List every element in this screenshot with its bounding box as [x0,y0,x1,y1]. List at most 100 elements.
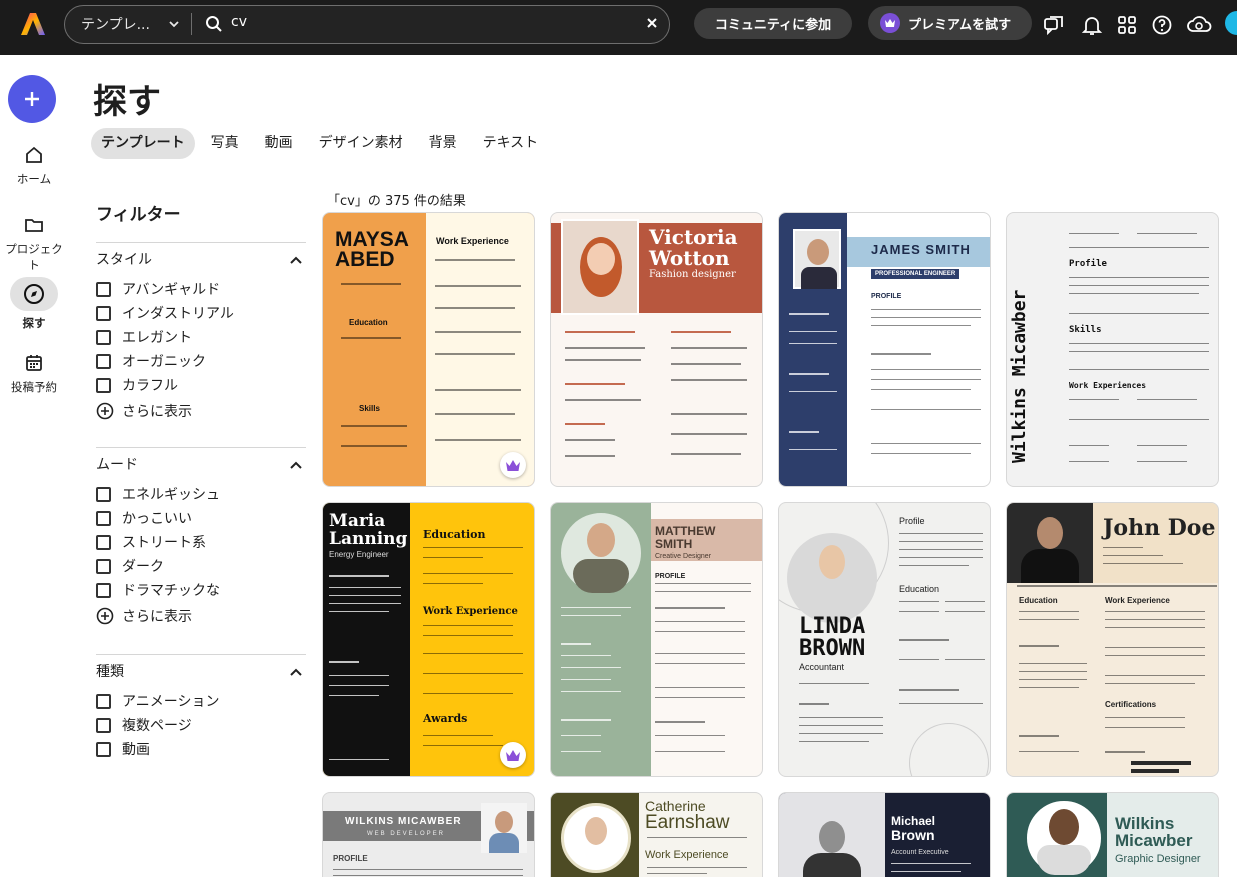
card-text-line [333,875,523,876]
try-premium-label: プレミアムを試す [908,17,1012,33]
card-text-line [655,697,745,698]
suit-shape [1021,549,1079,583]
checkbox[interactable] [96,281,111,297]
filter-mood-header[interactable]: ムード [96,448,306,482]
filter-option-avant-garde[interactable]: アバンギャルド [96,277,306,301]
tab-text[interactable]: テキスト [473,128,549,159]
checkbox[interactable] [96,486,111,502]
card-text-line [647,837,747,838]
template-card[interactable]: MAYSA ABED Work Experience Education Ski… [322,212,535,487]
option-label: 複数ページ [122,718,192,734]
template-card[interactable]: John Doe Education Work Experience Certi… [1006,502,1219,777]
card-text-line [435,413,515,415]
face-shape [587,243,615,275]
card-text-line [423,653,523,654]
tab-templates[interactable]: テンプレート [91,128,195,159]
chat-icon[interactable] [1043,14,1065,36]
help-icon[interactable] [1151,14,1173,36]
filter-option-dramatic[interactable]: ドラマチックな [96,578,306,602]
checkbox[interactable] [96,329,111,345]
create-new-button[interactable] [8,75,56,123]
plus-icon [25,92,39,106]
filter-option-cool[interactable]: かっこいい [96,506,306,530]
checkbox[interactable] [96,305,111,321]
explore-pill [10,277,58,311]
filter-option-organic[interactable]: オーガニック [96,349,306,373]
template-card[interactable]: Michael Brown Account Executive [778,792,991,877]
filter-option-animation[interactable]: アニメーション [96,689,306,713]
filter-option-video[interactable]: 動画 [96,737,306,761]
template-card[interactable]: LINDA BROWN Accountant Profile Education [778,502,991,777]
join-community-button[interactable]: コミュニティに参加 [694,8,852,39]
card-text-line [435,439,521,441]
filter-style-header[interactable]: スタイル [96,243,306,277]
template-card[interactable]: Catherine Earnshaw Work Experience [550,792,763,877]
card-text-line [1105,627,1205,628]
checkbox[interactable] [96,534,111,550]
card-text-line [561,607,631,608]
suit-shape [803,853,861,877]
rail-item-schedule[interactable]: 投稿予約 [0,353,68,395]
template-card[interactable]: WILKINS MICAWBER WEB DEVELOPER PROFILE [322,792,535,877]
filter-option-industrial[interactable]: インダストリアル [96,301,306,325]
card-name-line-2: BROWN [799,636,866,661]
page-title: 探す [93,82,161,122]
filter-option-energetic[interactable]: エネルギッシュ [96,482,306,506]
card-photo [1007,503,1093,583]
card-text-line [423,573,513,574]
tab-design-assets[interactable]: デザイン素材 [309,128,413,159]
card-text-line [435,285,521,287]
avatar[interactable] [1225,11,1237,35]
template-card[interactable]: Victoria Wotton Fashion designer [550,212,763,487]
option-label: アバンギャルド [122,282,221,298]
filter-type-header[interactable]: 種類 [96,655,306,689]
search-input[interactable]: cv [231,14,247,30]
card-text-line [1137,399,1197,400]
checkbox[interactable] [96,717,111,733]
rail-item-home[interactable]: ホーム [0,145,68,187]
adobe-express-logo-icon[interactable] [20,11,46,37]
filter-option-street[interactable]: ストリート系 [96,530,306,554]
show-more-mood-button[interactable]: さらに表示 [96,602,306,630]
card-text-line [423,547,523,548]
bell-icon[interactable] [1081,14,1103,36]
tab-photos[interactable]: 写真 [201,128,249,159]
checkbox[interactable] [96,510,111,526]
card-text-line [423,735,493,736]
rail-item-explore[interactable]: 探す [0,277,68,331]
category-select[interactable]: テンプレ... [65,6,192,42]
face-shape [587,523,615,557]
try-premium-button[interactable]: プレミアムを試す [868,6,1032,40]
filter-option-elegant[interactable]: エレガント [96,325,306,349]
card-role: Energy Engineer [329,550,389,559]
template-card[interactable]: JAMES SMITH PROFESSIONAL ENGINEER PROFIL… [778,212,991,487]
template-card[interactable]: MATTHEW SMITH Creative Designer PROFILE [550,502,763,777]
template-card[interactable]: Wilkins Micawber Profile Skills Work Exp… [1006,212,1219,487]
rail-item-projects[interactable]: プロジェクト [0,215,68,273]
face-shape [585,817,607,845]
tab-videos[interactable]: 動画 [255,128,303,159]
card-text-line [945,659,985,660]
filter-option-dark[interactable]: ダーク [96,554,306,578]
left-rail: ホーム プロジェクト 探す 投稿予約 [0,55,68,877]
clear-search-icon[interactable] [645,16,659,30]
filter-option-colorful[interactable]: カラフル [96,373,306,397]
checkbox[interactable] [96,741,111,757]
template-card[interactable]: Maria Lanning Energy Engineer Education … [322,502,535,777]
creative-cloud-icon[interactable] [1186,14,1212,36]
checkbox[interactable] [96,558,111,574]
tab-backgrounds[interactable]: 背景 [419,128,467,159]
card-name-line-1: Victoria [649,225,738,249]
template-card[interactable]: Wilkins Micawber Graphic Designer [1006,792,1219,877]
checkbox[interactable] [96,377,111,393]
checkbox[interactable] [96,693,111,709]
filter-option-multi-page[interactable]: 複数ページ [96,713,306,737]
card-text-line [871,325,971,326]
card-text-line [423,673,523,674]
checkbox[interactable] [96,353,111,369]
card-text-line [333,869,523,870]
checkbox[interactable] [96,582,111,598]
show-more-style-button[interactable]: さらに表示 [96,397,306,425]
apps-grid-icon[interactable] [1116,14,1138,36]
card-text-line [423,583,483,584]
